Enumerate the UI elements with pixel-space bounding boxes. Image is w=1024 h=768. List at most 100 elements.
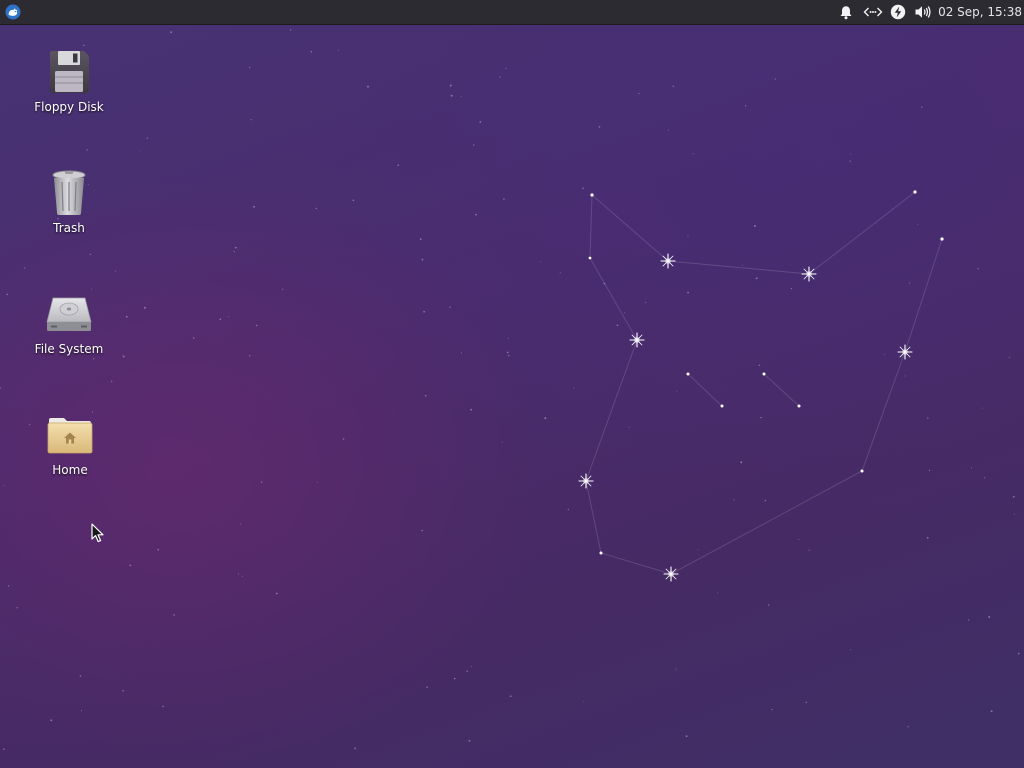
desktop-icon-file-system[interactable]: File System <box>19 290 119 356</box>
faint-stars <box>0 29 1020 750</box>
faint-star <box>419 238 422 240</box>
faint-star <box>460 352 463 354</box>
faint-star <box>507 337 509 339</box>
faint-star <box>367 85 369 88</box>
faint-star <box>1012 495 1015 498</box>
faint-star <box>289 29 292 31</box>
faint-star <box>798 538 800 540</box>
faint-star <box>685 735 688 738</box>
hard-drive-icon <box>46 297 92 331</box>
desktop-icon-label: File System <box>34 342 104 356</box>
bright-star <box>801 266 817 282</box>
faint-star <box>342 438 345 440</box>
faint-star <box>499 76 501 78</box>
faint-star <box>971 467 973 469</box>
faint-star <box>503 198 505 200</box>
desktop-icon-label: Floppy Disk <box>34 100 104 114</box>
faint-star <box>93 358 95 360</box>
faint-star <box>260 481 263 483</box>
faint-star <box>573 387 575 389</box>
faint-star <box>733 499 735 501</box>
faint-star <box>275 592 278 595</box>
faint-star <box>86 149 88 151</box>
constellation-small-stars <box>588 190 944 555</box>
faint-star <box>449 84 452 87</box>
faint-star <box>234 246 237 249</box>
faint-star <box>479 121 482 123</box>
faint-star <box>508 354 510 357</box>
faint-star <box>850 649 852 651</box>
desktop-icon-floppy-disk[interactable]: Floppy Disk <box>19 48 119 114</box>
faint-star <box>884 353 886 355</box>
xfce-mouse-logo-icon <box>5 4 21 20</box>
faint-star <box>470 408 473 411</box>
desktop-wallpaper[interactable]: 02 Sep, 15:38 Floppy Disk Trash File Sys… <box>0 0 1024 768</box>
power-icon <box>890 4 906 20</box>
faint-star <box>687 291 689 294</box>
faint-star <box>253 205 255 208</box>
bright-star <box>663 566 679 582</box>
mouse-pointer-icon <box>91 523 104 543</box>
volume-icon <box>915 6 931 18</box>
bright-star <box>660 253 676 269</box>
faint-star <box>219 318 222 321</box>
faint-star <box>241 575 243 577</box>
desktop-icon-trash[interactable]: Trash <box>19 169 119 235</box>
faint-star <box>567 508 569 511</box>
faint-star <box>421 529 423 532</box>
faint-star <box>849 160 851 162</box>
network-button[interactable] <box>862 3 884 21</box>
faint-star <box>758 364 761 367</box>
faint-star <box>603 282 606 285</box>
faint-star <box>1017 652 1020 655</box>
faint-star <box>143 306 146 309</box>
faint-star <box>741 264 743 266</box>
faint-star <box>248 66 251 69</box>
faint-star <box>157 548 160 551</box>
faint-star <box>771 708 773 711</box>
faint-star <box>1008 357 1010 359</box>
faint-star <box>79 675 82 677</box>
faint-star <box>250 119 252 121</box>
faint-star <box>255 324 258 327</box>
faint-star <box>927 417 929 419</box>
faint-star <box>228 316 230 318</box>
faint-star <box>315 207 318 210</box>
constellation-lines <box>585 191 943 575</box>
faint-star <box>539 260 541 262</box>
faint-star <box>616 324 619 327</box>
faint-star <box>122 690 124 692</box>
faint-star <box>473 144 475 146</box>
power-manager-button[interactable] <box>888 3 908 21</box>
faint-star <box>3 484 5 486</box>
notifications-button[interactable] <box>836 3 856 21</box>
faint-star <box>282 288 284 290</box>
faint-star <box>909 282 911 284</box>
faint-star <box>80 710 83 712</box>
faint-star <box>50 719 53 722</box>
applications-menu-button[interactable] <box>2 2 24 22</box>
faint-star <box>122 355 125 358</box>
faint-star <box>509 695 512 698</box>
faint-star <box>170 31 173 34</box>
faint-star <box>316 481 318 483</box>
panel-clock[interactable]: 02 Sep, 15:38 <box>938 0 1022 24</box>
faint-star <box>755 277 758 280</box>
faint-star <box>453 677 456 680</box>
volume-button[interactable] <box>913 3 933 21</box>
faint-star <box>460 95 462 97</box>
faint-star <box>237 573 239 575</box>
faint-star <box>173 614 175 616</box>
faint-star <box>6 293 8 296</box>
faint-star <box>89 253 92 256</box>
faint-star <box>421 258 424 261</box>
faint-star <box>475 213 477 216</box>
faint-star <box>764 499 767 502</box>
faint-star <box>717 592 719 594</box>
faint-star <box>233 250 235 253</box>
faint-star <box>624 311 626 313</box>
desktop-icon-home[interactable]: Home <box>20 411 120 477</box>
faint-star <box>423 310 425 313</box>
faint-star <box>1013 513 1015 515</box>
faint-star <box>982 407 983 409</box>
